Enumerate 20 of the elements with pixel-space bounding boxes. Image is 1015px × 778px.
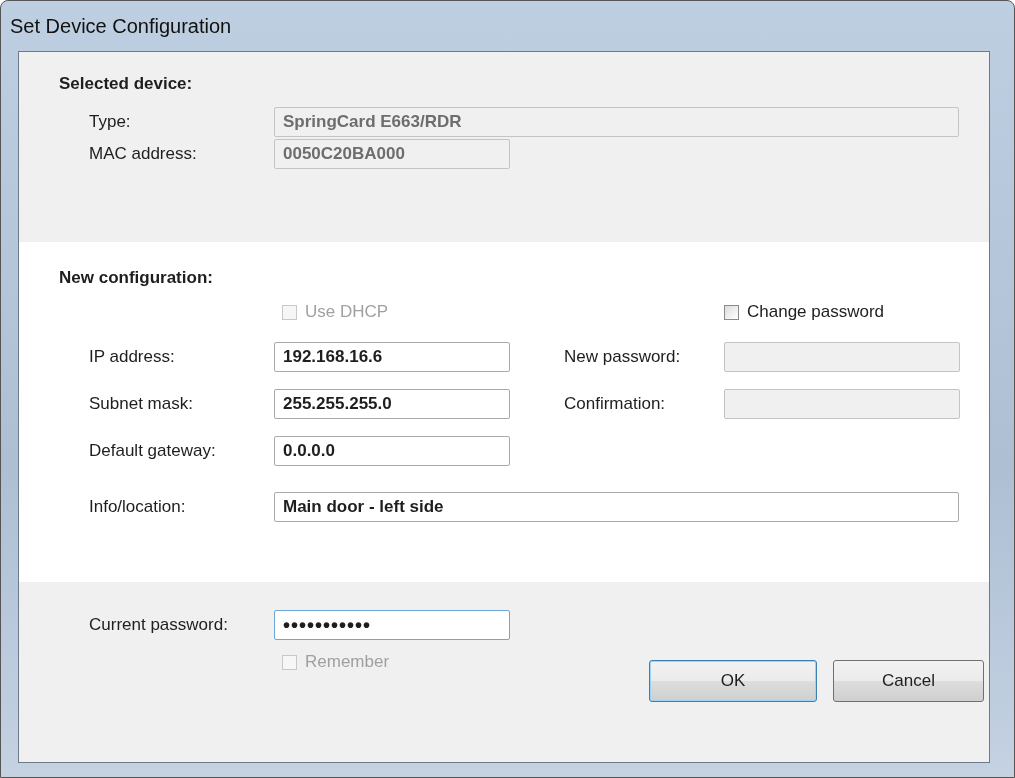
cancel-button[interactable]: Cancel (833, 660, 984, 702)
checkbox[interactable]: Change password (724, 302, 885, 322)
field-label: Current password: (89, 615, 229, 635)
section-heading: New configuration: (59, 268, 213, 288)
field-label: IP address: (89, 346, 176, 367)
field-label: Subnet mask: (89, 393, 194, 414)
field-label: MAC address: (89, 144, 198, 164)
field-label: Info/location: (89, 496, 187, 517)
field-label: Type: (89, 112, 132, 132)
field-label: New password: (564, 346, 682, 367)
field-label: Default gateway: (89, 440, 217, 461)
ok-button[interactable]: OK (649, 660, 817, 702)
text-field[interactable]: Main door - left side (274, 491, 959, 522)
window-title: Set Device Configuration (10, 14, 232, 38)
text-field[interactable]: 0.0.0.0 (274, 435, 510, 466)
field-label: Confirmation: (564, 393, 667, 414)
password-field[interactable]: ••••••••••• (274, 610, 510, 640)
text-field[interactable]: 255.255.255.0 (274, 388, 510, 419)
section-heading: Selected device: (59, 74, 193, 94)
text-field[interactable]: 192.168.16.6 (274, 341, 510, 372)
